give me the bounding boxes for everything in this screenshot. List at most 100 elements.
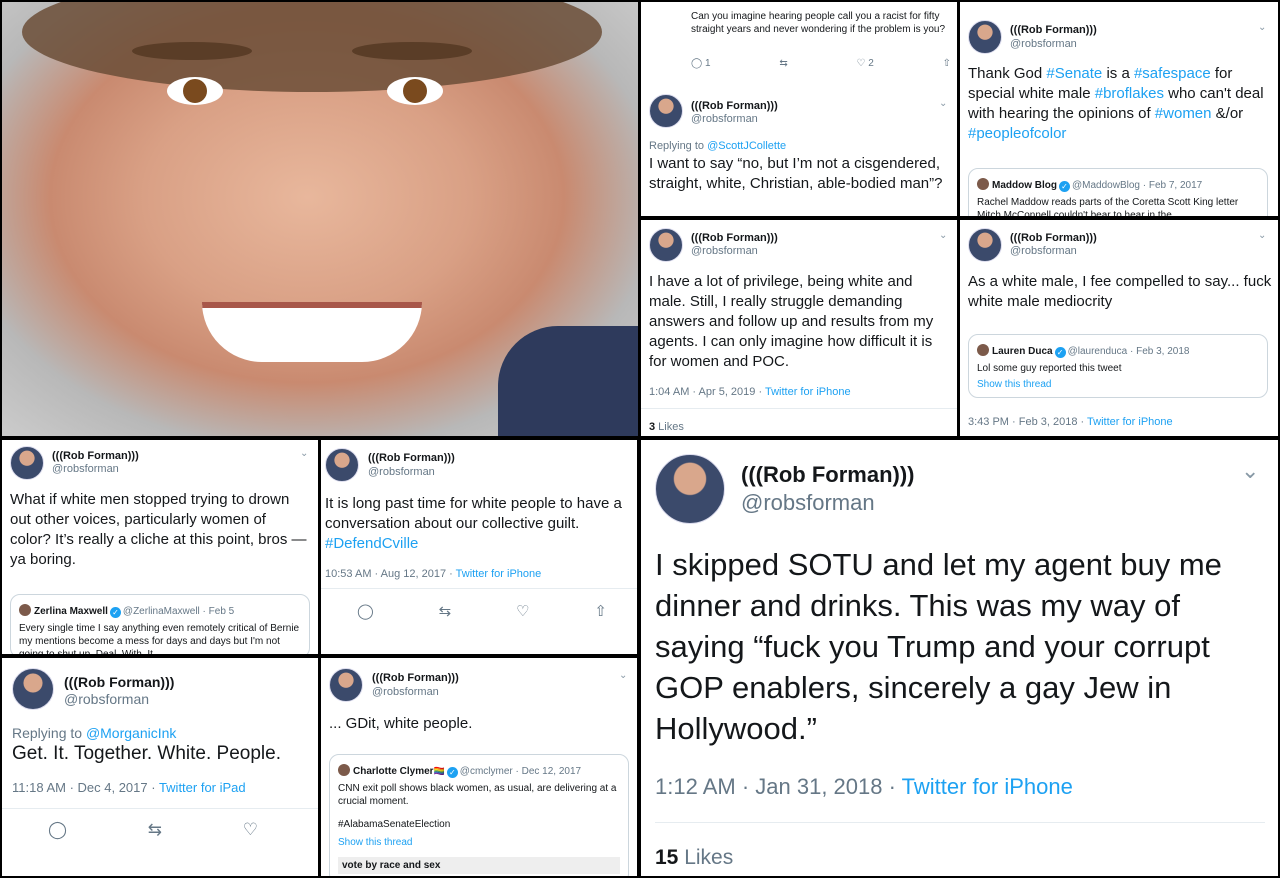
- source-link[interactable]: Twitter for iPhone: [1087, 416, 1173, 428]
- display-name[interactable]: (((Rob Forman))): [52, 450, 139, 462]
- likes-count[interactable]: 3 Likes: [649, 421, 684, 433]
- chevron-down-icon[interactable]: ⌄: [619, 670, 627, 681]
- chevron-down-icon[interactable]: ⌄: [1241, 458, 1259, 484]
- verified-icon: ✓: [1059, 181, 1070, 192]
- avatar[interactable]: [968, 228, 1002, 262]
- replying-to-link[interactable]: @MorganicInk: [86, 725, 176, 741]
- replying-to: Replying to @ScottJCollette: [649, 140, 786, 152]
- handle[interactable]: @robsforman: [64, 691, 149, 707]
- quoted-tweet[interactable]: Maddow Blog ✓ @MaddowBlog · Feb 7, 2017 Ra…: [968, 168, 1268, 216]
- tweet-meta: 10:53 AM · Aug 12, 2017 · Twitter for iP…: [325, 568, 541, 580]
- quote-handle: @laurenduca · Feb 3, 2018: [1067, 346, 1190, 357]
- retweet-icon[interactable]: ⇆: [439, 602, 452, 620]
- tweet-panel-6: (((Rob Forman))) @robsforman ⌄ What if w…: [2, 440, 318, 654]
- handle[interactable]: @robsforman: [1010, 38, 1077, 50]
- retweet-icon[interactable]: ⇆: [779, 58, 787, 69]
- quote-name: Zerlina Maxwell: [34, 606, 108, 617]
- source-link[interactable]: Twitter for iPhone: [765, 386, 851, 398]
- avatar[interactable]: [649, 94, 683, 128]
- chevron-down-icon[interactable]: ⌄: [1258, 22, 1266, 33]
- timestamp: 3:43 PM · Feb 3, 2018 ·: [968, 416, 1088, 428]
- quoted-tweet[interactable]: Zerlina Maxwell ✓ @ZerlinaMaxwell · Feb 5 …: [10, 594, 310, 654]
- heart-icon[interactable]: ♡: [516, 602, 529, 620]
- tweet-text: Get. It. Together. White. People.: [12, 743, 281, 764]
- reply-icon[interactable]: ◯: [357, 602, 374, 620]
- tweet-meta: 1:12 AM · Jan 31, 2018 · Twitter for iPh…: [655, 774, 1073, 800]
- avatar[interactable]: [325, 448, 359, 482]
- source-link[interactable]: Twitter for iPhone: [456, 568, 542, 580]
- replying-prefix: Replying to: [12, 725, 86, 741]
- heart-icon: ♡: [856, 58, 866, 69]
- retweet-icon[interactable]: ⇆: [148, 820, 162, 840]
- display-name[interactable]: (((Rob Forman))): [1010, 232, 1097, 244]
- hashtag-link[interactable]: #Senate: [1046, 65, 1102, 82]
- verified-icon: ✓: [109, 607, 121, 618]
- quoted-tweet[interactable]: Lauren Duca ✓ @laurenduca · Feb 3, 2018 Lo…: [968, 334, 1268, 398]
- display-name[interactable]: (((Rob Forman))): [691, 232, 778, 244]
- source-link[interactable]: Twitter for iPhone: [902, 774, 1073, 799]
- divider: [2, 808, 318, 809]
- handle[interactable]: @robsforman: [372, 686, 439, 698]
- display-name[interactable]: (((Rob Forman))): [372, 672, 459, 684]
- hashtag-link[interactable]: #women: [1155, 105, 1212, 122]
- heart-icon[interactable]: ♡: [243, 820, 258, 840]
- verified-icon: ✓: [1054, 347, 1066, 358]
- replying-to-link[interactable]: @ScottJCollette: [707, 140, 786, 152]
- quote-hashtag[interactable]: #AlabamaSenateElection: [338, 818, 620, 831]
- divider: [641, 408, 957, 409]
- handle[interactable]: @robsforman: [368, 466, 435, 478]
- text-part: &/or: [1211, 105, 1244, 122]
- share-icon[interactable]: ⇧: [594, 602, 607, 620]
- handle[interactable]: @robsforman: [741, 490, 875, 516]
- display-name[interactable]: (((Rob Forman))): [368, 452, 455, 464]
- avatar[interactable]: [968, 20, 1002, 54]
- display-name[interactable]: (((Rob Forman))): [691, 100, 778, 112]
- quote-name: Maddow Blog: [992, 180, 1057, 191]
- avatar[interactable]: [10, 446, 44, 480]
- chevron-down-icon[interactable]: ⌄: [939, 230, 947, 241]
- hashtag-link[interactable]: #DefendCville: [325, 535, 418, 552]
- tweet-text: What if white men stopped trying to drow…: [10, 491, 307, 568]
- tweet-panel-3: (((Rob Forman))) @robsforman ⌄ Thank God…: [960, 2, 1278, 216]
- quoted-tweet[interactable]: Charlotte Clymer🏳️‍🌈 ✓ @cmclymer · Dec 12,…: [329, 754, 629, 876]
- timestamp: 10:53 AM · Aug 12, 2017 ·: [325, 568, 456, 580]
- text-part: It is long past time for white people to…: [325, 495, 622, 532]
- smile: [202, 302, 422, 362]
- timestamp: 1:04 AM · Apr 5, 2019 ·: [649, 386, 765, 398]
- avatar[interactable]: [329, 668, 363, 702]
- avatar[interactable]: [649, 228, 683, 262]
- handle[interactable]: @robsforman: [52, 463, 119, 475]
- reply-button[interactable]: ◯ 1: [691, 58, 711, 69]
- display-name[interactable]: (((Rob Forman))): [1010, 24, 1097, 36]
- timestamp: 1:12 AM · Jan 31, 2018 ·: [655, 774, 902, 799]
- handle[interactable]: @robsforman: [1010, 245, 1077, 257]
- likes-count[interactable]: 15 Likes: [655, 846, 733, 870]
- avatar[interactable]: [655, 454, 725, 524]
- hashtag-link[interactable]: #safespace: [1134, 65, 1211, 82]
- reply-icon[interactable]: ◯: [48, 820, 67, 840]
- hashtag-link[interactable]: #broflakes: [1095, 85, 1164, 102]
- quote-name: Charlotte Clymer: [353, 766, 434, 777]
- tweet-text: Thank God #Senate is a #safespace for sp…: [968, 64, 1272, 144]
- source-link[interactable]: Twitter for iPad: [159, 780, 246, 795]
- handle[interactable]: @robsforman: [691, 245, 758, 257]
- display-name[interactable]: (((Rob Forman))): [741, 462, 915, 488]
- hashtag-link[interactable]: #peopleofcolor: [968, 125, 1066, 142]
- tweet-text: I have a lot of privilege, being white a…: [649, 273, 934, 370]
- chevron-down-icon[interactable]: ⌄: [1258, 230, 1266, 241]
- replying-prefix: Replying to: [649, 140, 708, 152]
- quote-handle: @cmclymer · Dec 12, 2017: [459, 766, 582, 777]
- text-part: is a: [1102, 65, 1134, 82]
- like-button[interactable]: ♡ 2: [857, 58, 874, 69]
- quote-text: CNN exit poll shows black women, as usua…: [338, 783, 617, 807]
- show-thread-link[interactable]: Show this thread: [338, 836, 620, 849]
- share-icon[interactable]: ⇧: [943, 58, 951, 69]
- quote-image-caption: vote by race and sex: [338, 857, 620, 874]
- avatar[interactable]: [12, 668, 54, 710]
- chevron-down-icon[interactable]: ⌄: [939, 98, 947, 109]
- show-thread-link[interactable]: Show this thread: [977, 378, 1259, 391]
- tweet-actions: ◯ 1 ⇆ ♡ 2 ⇧: [691, 58, 951, 69]
- handle[interactable]: @robsforman: [691, 113, 758, 125]
- display-name[interactable]: (((Rob Forman))): [64, 674, 174, 690]
- chevron-down-icon[interactable]: ⌄: [300, 448, 308, 459]
